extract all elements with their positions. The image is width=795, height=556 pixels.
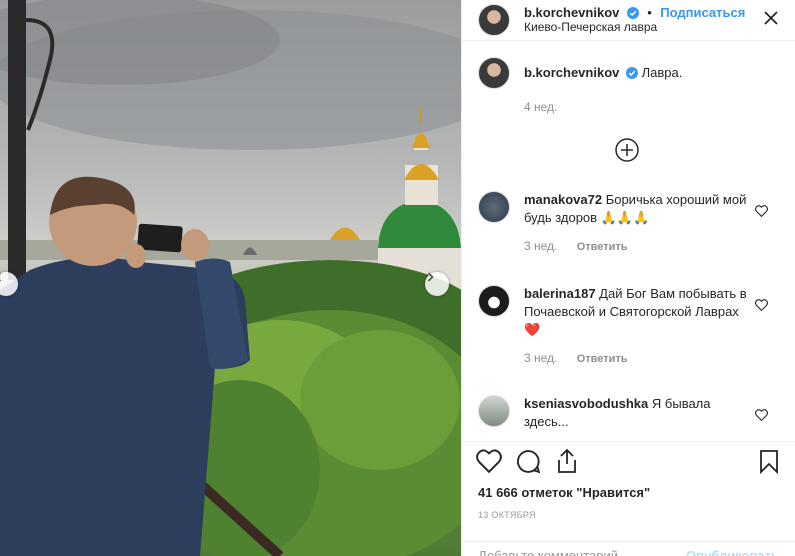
add-comment-row: Добавьте комментарий... Опубликовать bbox=[462, 541, 795, 556]
action-icons bbox=[462, 444, 795, 478]
author-username[interactable]: b.korchevnikov bbox=[524, 5, 619, 20]
comment-row: manakova72 Боричька хороший мой будь здо… bbox=[462, 191, 795, 285]
commenter-avatar[interactable] bbox=[478, 395, 510, 427]
post-side-panel: b.korchevnikov • Подписаться Киево-Печер… bbox=[461, 0, 795, 556]
caption-avatar[interactable] bbox=[478, 57, 510, 89]
comment-meta: 3 нед. Ответить bbox=[524, 349, 752, 368]
commenter-avatar[interactable] bbox=[478, 191, 510, 223]
caption-text: Лавра. bbox=[641, 65, 683, 80]
more-icon[interactable] bbox=[763, 10, 779, 26]
caption-username[interactable]: b.korchevnikov bbox=[524, 65, 619, 80]
share-icon[interactable] bbox=[555, 448, 579, 474]
likes-count[interactable]: 41 666 отметок "Нравится" bbox=[462, 485, 795, 500]
post-photo[interactable] bbox=[0, 0, 461, 556]
follow-button[interactable]: Подписаться bbox=[660, 5, 745, 20]
post-comment-button[interactable]: Опубликовать bbox=[686, 548, 779, 556]
heart-icon[interactable] bbox=[755, 299, 768, 311]
add-comment-input[interactable]: Добавьте комментарий... bbox=[478, 548, 686, 556]
comment-body: balerina187 Дай Бог Вам побывать в Почае… bbox=[524, 285, 752, 395]
post-header: b.korchevnikov • Подписаться Киево-Печер… bbox=[462, 0, 795, 41]
heart-icon[interactable] bbox=[476, 449, 502, 473]
verified-icon bbox=[626, 67, 638, 79]
caption-time: 4 нед. bbox=[524, 100, 558, 114]
comment-body: manakova72 Боричька хороший мой будь здо… bbox=[524, 191, 752, 285]
header-separator: • bbox=[647, 5, 652, 20]
comment-row: ksenia­svobodushka Я бывала здесь... bbox=[462, 395, 795, 432]
caption-row: b.korchevnikov Лавра. 4 нед. bbox=[462, 57, 795, 167]
photo-scene bbox=[0, 0, 461, 556]
comment-username[interactable]: manakova72 bbox=[524, 192, 602, 207]
comment-row: balerina187 Дай Бог Вам побывать в Почае… bbox=[462, 285, 795, 395]
comment-username[interactable]: balerina187 bbox=[524, 286, 596, 301]
comment-icon[interactable] bbox=[516, 449, 541, 474]
post-date: 13 ОКТЯБРЯ bbox=[478, 510, 536, 520]
bookmark-icon[interactable] bbox=[759, 449, 779, 474]
heart-icon[interactable] bbox=[755, 409, 768, 421]
instagram-post-view: b.korchevnikov • Подписаться Киево-Печер… bbox=[0, 0, 795, 556]
author-avatar[interactable] bbox=[478, 4, 510, 36]
reply-button[interactable]: Ответить bbox=[577, 353, 628, 365]
action-bar: 41 666 отметок "Нравится" 13 ОКТЯБРЯ bbox=[462, 441, 795, 520]
location-link[interactable]: Киево-Печерская лавра bbox=[524, 20, 745, 35]
header-text: b.korchevnikov • Подписаться Киево-Печер… bbox=[524, 5, 745, 35]
comment-body: ksenia­svobodushka Я бывала здесь... bbox=[524, 395, 752, 432]
heart-icon[interactable] bbox=[755, 205, 768, 217]
comment-meta: 3 нед. Ответить bbox=[524, 237, 752, 256]
chevron-right-icon bbox=[427, 272, 434, 282]
comment-time: 3 нед. bbox=[524, 239, 558, 253]
comment-username[interactable]: ksenia­svobodushka bbox=[524, 396, 648, 411]
commenter-avatar[interactable] bbox=[478, 285, 510, 317]
comments-list[interactable]: b.korchevnikov Лавра. 4 нед. manakova72 … bbox=[462, 57, 795, 432]
reply-button[interactable]: Ответить bbox=[577, 241, 628, 253]
chevron-left-icon bbox=[0, 272, 2, 282]
verified-icon bbox=[626, 7, 639, 19]
plus-circle-icon[interactable] bbox=[614, 137, 640, 163]
carousel-next-button[interactable] bbox=[425, 272, 449, 296]
comment-time: 3 нед. bbox=[524, 351, 558, 365]
